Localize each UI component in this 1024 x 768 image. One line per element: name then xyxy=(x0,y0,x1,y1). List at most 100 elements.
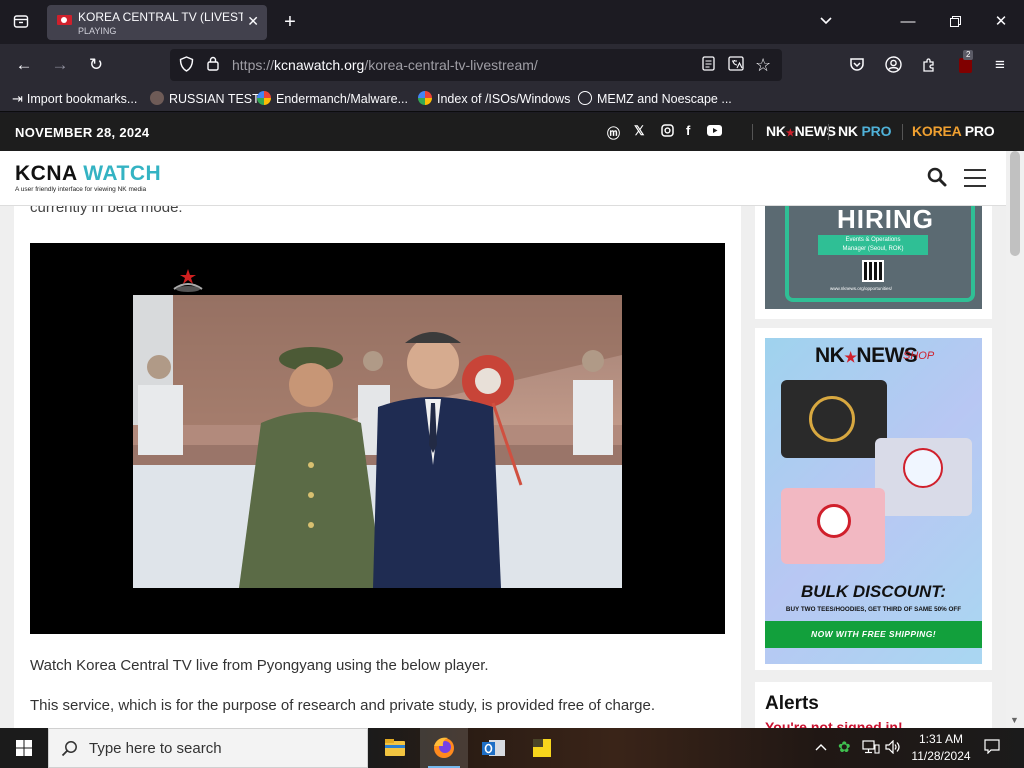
ublock-extension-icon[interactable]: 2 xyxy=(950,44,980,86)
shop-ad-card: NK★NEWS SHOP BULK DISCOUNT: BUY TWO TEES… xyxy=(755,328,992,670)
windows-taskbar: Type here to search ✿ 1:31 AM 11/28/2024 xyxy=(0,728,1024,768)
forward-icon[interactable]: → xyxy=(45,44,75,86)
close-tab-icon[interactable]: ✕ xyxy=(247,13,259,30)
facebook-icon[interactable]: f xyxy=(686,123,690,138)
kcna-watch-logo[interactable]: KCNA WATCH xyxy=(15,162,161,186)
lock-icon[interactable] xyxy=(207,49,219,81)
hamburger-menu-icon[interactable]: ≡ xyxy=(985,44,1015,86)
restore-icon[interactable] xyxy=(940,0,970,44)
alerts-status[interactable]: You're not signed in! xyxy=(765,719,903,728)
browser-tab-bar: KOREA CENTRAL TV (LIVESTREAM) PLAYING ✕ … xyxy=(0,0,1024,44)
bookmark-star-icon[interactable]: ☆ xyxy=(755,49,771,81)
bookmark-import[interactable]: ⇥ Import bookmarks... xyxy=(12,91,137,107)
github-icon xyxy=(150,91,164,105)
google-icon xyxy=(418,91,432,105)
close-window-icon[interactable]: ✕ xyxy=(986,0,1016,44)
shop-subline: BUY TWO TEES/HOODIES, GET THIRD OF SAME … xyxy=(785,606,962,613)
pink-tee-image xyxy=(781,488,885,564)
active-tab[interactable]: KOREA CENTRAL TV (LIVESTREAM) PLAYING ✕ xyxy=(47,5,267,40)
taskbar-search-input[interactable]: Type here to search xyxy=(48,728,368,768)
page-content: currently in beta mode. Watch Korea Cent… xyxy=(0,206,1006,728)
minimize-icon[interactable]: — xyxy=(893,0,923,44)
translate-icon[interactable] xyxy=(728,49,744,81)
shop-headline: BULK DISCOUNT: xyxy=(800,582,947,601)
video-frame xyxy=(133,295,622,588)
globe-icon xyxy=(578,91,592,105)
nknews-link[interactable]: NK★NEWS xyxy=(766,123,836,139)
bookmark-index-isos[interactable]: Index of /ISOs/Windows xyxy=(418,91,570,106)
scrollbar-thumb[interactable] xyxy=(1010,151,1020,256)
scroll-down-icon[interactable]: ▼ xyxy=(1010,715,1019,725)
hiring-role-box: Events & Operations Manager (Seoul, ROK) xyxy=(818,235,928,255)
extensions-icon[interactable] xyxy=(914,44,944,86)
nk-flag-favicon-icon xyxy=(57,15,72,25)
instagram-icon[interactable] xyxy=(661,123,674,138)
network-icon[interactable] xyxy=(862,728,880,768)
shield-icon[interactable] xyxy=(179,49,194,81)
hiring-ad-banner[interactable]: HIRING Events & Operations Manager (Seou… xyxy=(765,206,982,309)
new-tab-icon[interactable]: + xyxy=(276,0,304,44)
navigation-bar: ← → ↻ https://kcnawatch.org/korea-centra… xyxy=(0,44,1024,86)
firefox-icon[interactable] xyxy=(420,728,468,768)
tab-status: PLAYING xyxy=(78,26,117,36)
extension-badge: 2 xyxy=(963,50,974,60)
kctv-emblem-icon xyxy=(170,267,206,295)
nkpro-link[interactable]: NK PRO xyxy=(838,123,891,139)
logo-tagline: A user friendly interface for viewing NK… xyxy=(15,186,147,193)
chevron-down-icon[interactable] xyxy=(812,0,840,44)
system-clock[interactable]: 1:31 AM 11/28/2024 xyxy=(906,731,976,765)
article-body: currently in beta mode. Watch Korea Cent… xyxy=(14,206,741,728)
windows-start-icon[interactable] xyxy=(0,728,48,768)
black-tee-image xyxy=(781,380,887,458)
search-icon xyxy=(61,740,78,762)
tab-title: KOREA CENTRAL TV (LIVESTREAM) xyxy=(78,10,243,24)
koreapro-link[interactable]: KOREA PRO xyxy=(912,123,995,139)
pocket-icon[interactable] xyxy=(842,44,872,86)
site-menu-icon[interactable] xyxy=(964,168,988,188)
import-icon: ⇥ xyxy=(12,91,23,106)
show-hidden-icons-icon[interactable] xyxy=(815,728,827,768)
article-intro-text: currently in beta mode. xyxy=(30,206,183,216)
site-top-strip: NOVEMBER 28, 2024 ⓜ 𝕏 f NK★NEWS NK PRO K… xyxy=(0,113,1024,151)
shop-shipping-banner: NOW WITH FREE SHIPPING! xyxy=(765,621,982,648)
alerts-card: Alerts You're not signed in! xyxy=(755,682,992,728)
clock-date: 11/28/2024 xyxy=(911,749,971,763)
video-player[interactable] xyxy=(30,243,725,634)
address-bar[interactable]: https://kcnawatch.org/korea-central-tv-l… xyxy=(170,49,782,81)
tab-list-icon[interactable] xyxy=(6,0,36,44)
green-tray-app-icon[interactable]: ✿ xyxy=(838,728,851,768)
bookmark-endermanch-malware[interactable]: Endermanch/Malware... xyxy=(257,91,408,106)
account-icon[interactable] xyxy=(878,44,908,86)
mastodon-icon[interactable]: ⓜ xyxy=(607,123,620,142)
divider xyxy=(828,124,829,140)
reader-view-icon[interactable] xyxy=(702,49,715,81)
outlook-icon[interactable] xyxy=(469,728,517,768)
file-explorer-icon[interactable] xyxy=(371,728,419,768)
back-icon[interactable]: ← xyxy=(9,44,39,86)
shop-label: SHOP xyxy=(903,350,935,362)
site-header: KCNA WATCH A user friendly interface for… xyxy=(0,151,1006,206)
qr-code-icon xyxy=(862,260,884,282)
youtube-icon[interactable] xyxy=(707,123,722,138)
x-twitter-icon[interactable]: 𝕏 xyxy=(634,123,644,139)
google-icon xyxy=(257,91,271,105)
reload-icon[interactable]: ↻ xyxy=(81,44,111,86)
notifications-icon[interactable] xyxy=(984,728,1000,768)
page-scrollbar[interactable]: ▼ xyxy=(1006,151,1024,728)
sticky-notes-icon[interactable] xyxy=(518,728,566,768)
divider xyxy=(902,124,903,140)
alerts-title: Alerts xyxy=(765,693,819,714)
shop-ad-banner[interactable]: NK★NEWS SHOP BULK DISCOUNT: BUY TWO TEES… xyxy=(765,338,982,664)
bookmark-memz[interactable]: MEMZ and Noescape ... xyxy=(578,91,732,106)
bookmark-russian-test[interactable]: RUSSIAN TEST xyxy=(150,91,260,106)
hiring-link: www.nknews.org/opportunities/ xyxy=(830,286,893,291)
article-paragraph-2: This service, which is for the purpose o… xyxy=(30,697,656,714)
article-paragraph-1: Watch Korea Central TV live from Pyongya… xyxy=(30,657,489,674)
light-tee-image xyxy=(875,438,972,516)
hiring-ad-card: HIRING Events & Operations Manager (Seou… xyxy=(755,206,992,319)
divider xyxy=(752,124,753,140)
site-date: NOVEMBER 28, 2024 xyxy=(15,125,150,140)
volume-icon[interactable] xyxy=(885,728,901,768)
search-placeholder: Type here to search xyxy=(89,740,222,757)
search-icon[interactable] xyxy=(926,166,950,190)
